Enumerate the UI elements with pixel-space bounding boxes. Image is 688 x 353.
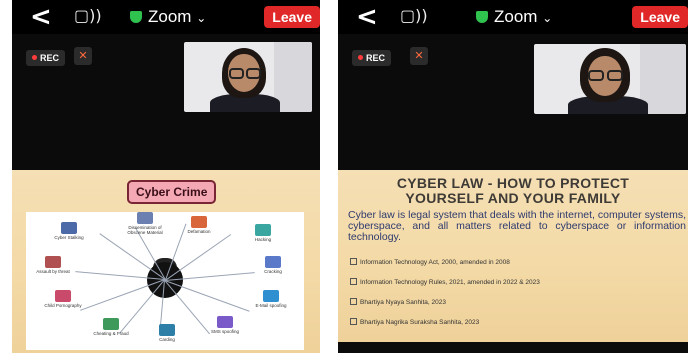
- node-carding: Carding: [144, 324, 190, 342]
- leave-button[interactable]: Leave: [632, 6, 688, 28]
- node-sms-spoofing: SMS spoofing: [202, 316, 248, 334]
- rec-badge: REC: [26, 50, 66, 66]
- chevron-down-icon: ⌄: [196, 11, 207, 25]
- node-assault-by-threat: Assault by threat: [30, 256, 76, 274]
- chevron-down-icon: ⌄: [542, 11, 553, 25]
- cyber-crime-diagram: Dissemination of Obscene Material Defama…: [26, 212, 304, 350]
- zoom-title-dropdown[interactable]: Zoom ⌄: [130, 7, 206, 27]
- zoom-top-bar: < ▢)) Zoom ⌄ Leave: [12, 0, 320, 34]
- checkbox-icon: [350, 318, 357, 325]
- node-cracking: Cracking: [250, 256, 296, 274]
- zoom-screen-left: < ▢)) Zoom ⌄ Leave REC ✕ Cyber Crime Dis…: [12, 0, 320, 353]
- node-obscene-material: Dissemination of Obscene Material: [122, 212, 168, 235]
- shield-icon: [476, 11, 488, 23]
- list-item: Information Technology Rules, 2021, amen…: [350, 278, 540, 298]
- shared-slide: CYBER LAW - HOW TO PROTECT YOURSELF AND …: [338, 170, 688, 342]
- law-list: Information Technology Act, 2000, amende…: [350, 258, 540, 338]
- back-button[interactable]: <: [356, 2, 378, 32]
- rec-label: REC: [366, 53, 386, 63]
- node-hacking: Hacking: [240, 224, 286, 242]
- slide-body-text: Cyber law is legal system that deals wit…: [348, 209, 686, 243]
- participant-video[interactable]: [534, 44, 686, 114]
- slide-title-line-2: YOURSELF AND YOUR FAMILY: [405, 190, 621, 206]
- node-child-pornography: Child Pornography: [40, 290, 86, 308]
- shared-slide: Cyber Crime Dissemination of Obscene Mat…: [12, 170, 320, 353]
- speaker-icon[interactable]: ▢)): [400, 6, 428, 25]
- muted-mic-icon[interactable]: ✕: [74, 47, 92, 65]
- participant-video[interactable]: [184, 42, 312, 112]
- node-cyber-stalking: Cyber Stalking: [46, 222, 92, 240]
- zoom-title-dropdown[interactable]: Zoom ⌄: [476, 7, 552, 27]
- list-item: Bhartiya Nyaya Sanhita, 2023: [350, 298, 540, 318]
- muted-mic-icon[interactable]: ✕: [410, 47, 428, 65]
- slide-title-line-1: CYBER LAW - HOW TO PROTECT: [396, 175, 630, 191]
- checkbox-icon: [350, 258, 357, 265]
- leave-button[interactable]: Leave: [264, 6, 320, 28]
- zoom-screen-right: < ▢)) Zoom ⌄ Leave REC ✕ CYBER LAW - HOW…: [338, 0, 688, 353]
- list-item: Bhartiya Nagrika Suraksha Sanhita, 2023: [350, 318, 540, 338]
- rec-label: REC: [40, 53, 60, 63]
- record-dot-icon: [32, 55, 37, 60]
- speaker-icon[interactable]: ▢)): [74, 6, 102, 25]
- zoom-top-bar: < ▢)) Zoom ⌄ Leave: [338, 0, 688, 34]
- list-item: Information Technology Act, 2000, amende…: [350, 258, 540, 278]
- rec-badge: REC: [352, 50, 392, 66]
- app-label: Zoom: [148, 7, 192, 26]
- node-cheating-fraud: Cheating & Fraud: [88, 318, 134, 336]
- shield-icon: [130, 11, 142, 23]
- slide-title: CYBER LAW - HOW TO PROTECT YOURSELF AND …: [338, 176, 688, 206]
- node-email-spoofing: E-Mail spoofing: [248, 290, 294, 308]
- record-dot-icon: [358, 55, 363, 60]
- checkbox-icon: [350, 278, 357, 285]
- slide-title: Cyber Crime: [127, 180, 217, 204]
- checkbox-icon: [350, 298, 357, 305]
- app-label: Zoom: [494, 7, 538, 26]
- back-button[interactable]: <: [30, 2, 52, 32]
- node-defamation: Defamation: [176, 216, 222, 234]
